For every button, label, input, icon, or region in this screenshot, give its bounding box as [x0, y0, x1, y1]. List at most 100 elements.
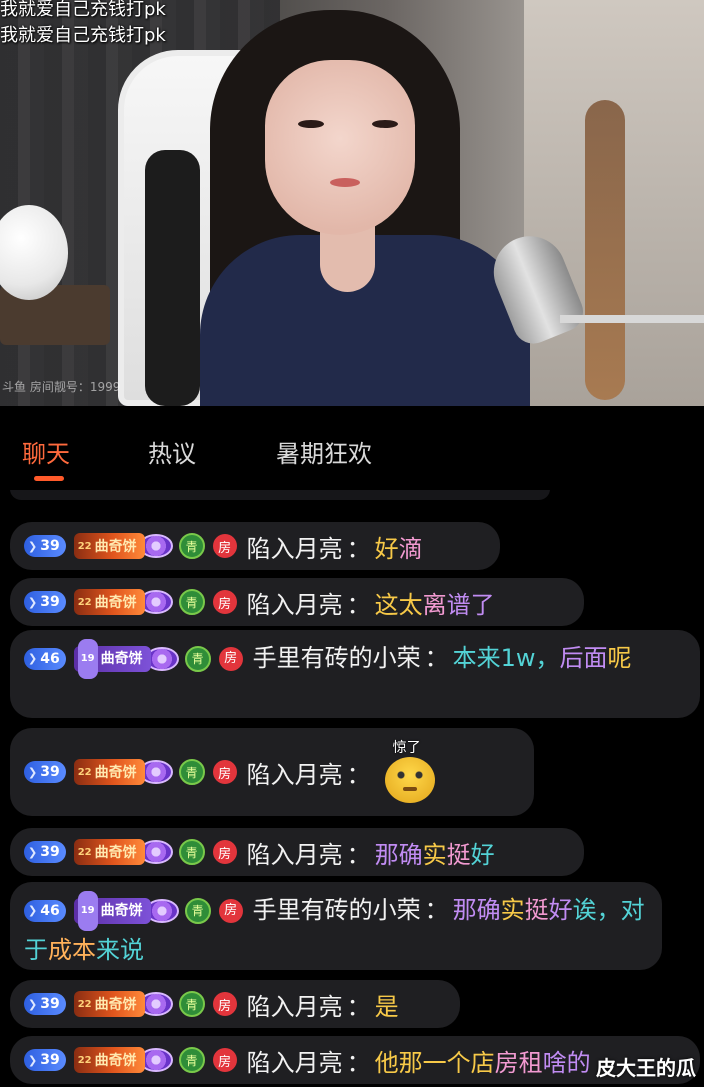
emoji-eyes	[394, 771, 425, 779]
fan-club-badge[interactable]: 19 曲奇饼	[73, 639, 151, 679]
chat-message-text: 实	[500, 896, 525, 924]
chat-username[interactable]: 陷入月亮	[247, 987, 343, 1022]
chat-message[interactable]: ❯ 46 19 曲奇饼 青房手里有砖的小荣：本来1w，后面呢	[10, 630, 700, 718]
chat-message[interactable]: ❯ 39 22 曲奇饼 青房陷入月亮：这太离谱了	[10, 578, 584, 626]
user-level-badge[interactable]: ❯ 39	[24, 535, 66, 557]
chat-message-text: 啥的	[542, 1048, 591, 1077]
chat-message-text: 他那一个店	[374, 1048, 495, 1077]
chat-message[interactable]: ❯ 39 22 曲奇饼 青房陷入月亮： 惊了	[10, 728, 534, 816]
room-manager-badge: 房	[212, 1048, 237, 1072]
live-video-area[interactable]: 我就爱自己充钱打pk 我就爱自己充钱打pk 斗鱼 房间靓号：1999	[0, 0, 704, 406]
chat-username[interactable]: 手里有砖的小荣	[253, 896, 421, 924]
chat-message-text: 本来1w，	[452, 644, 560, 672]
chat-message-text: 后面	[559, 644, 608, 672]
user-level-badge[interactable]: ❯ 39	[24, 1049, 66, 1071]
fan-club-name: 曲奇饼	[94, 1053, 137, 1069]
streamer-eye-left	[298, 120, 324, 128]
chat-message-content: ❯ 46 19 曲奇饼 青房手里有砖的小荣：本来1w，后面呢	[24, 630, 686, 686]
user-level-badge[interactable]: ❯ 39	[24, 841, 66, 863]
chat-separator: ：	[346, 590, 371, 619]
fan-club-name: 曲奇饼	[100, 651, 143, 667]
wing-icon: ❯	[28, 904, 38, 917]
chat-message-text: 来说	[96, 936, 144, 964]
user-level-badge[interactable]: ❯ 39	[24, 761, 66, 783]
fan-club-level: 19	[77, 891, 98, 931]
user-badges: ❯ 46 19 曲奇饼 青房	[24, 639, 253, 679]
chat-message-text: 成本	[48, 936, 96, 964]
chat-username[interactable]: 陷入月亮	[247, 585, 343, 620]
noble-badge[interactable]: 青	[178, 759, 205, 785]
fan-club-level: 22	[77, 766, 92, 778]
wing-icon: ❯	[28, 997, 38, 1011]
fan-club-badge[interactable]: 22 曲奇饼	[73, 1047, 145, 1073]
chat-message[interactable]: ❯ 46 19 曲奇饼青房手里有砖的小荣：那确实挺好诶，对于成本来说	[10, 882, 662, 970]
chat-separator: ：	[424, 896, 449, 924]
corner-watermark: 皮大王的瓜	[596, 1056, 696, 1080]
video-overlay-text: 我就爱自己充钱打pk	[0, 0, 166, 20]
fan-club-badge[interactable]: 22 曲奇饼	[73, 759, 145, 785]
chat-message[interactable]: ❯ 39 22 曲奇饼 青房陷入月亮：那确实挺好	[10, 828, 584, 876]
tab-bar: 聊天 热议 暑期狂欢	[0, 406, 704, 490]
chat-username[interactable]: 手里有砖的小荣	[253, 644, 421, 672]
fan-club-name: 曲奇饼	[94, 765, 137, 781]
chat-message-text: 挺	[524, 896, 549, 924]
wing-icon: ❯	[28, 765, 38, 779]
user-level-badge[interactable]: ❯ 46	[24, 648, 66, 670]
active-tab-indicator	[34, 476, 64, 481]
chat-message-text: 滴	[398, 534, 423, 563]
user-level-value: 39	[40, 594, 60, 610]
user-badges: ❯ 39 22 曲奇饼 青房	[24, 1047, 247, 1073]
noble-badge[interactable]: 青	[178, 991, 205, 1017]
noble-badge[interactable]: 青	[184, 898, 211, 924]
chair-stripe	[145, 150, 200, 406]
tab-hot-discussion[interactable]: 热议	[148, 434, 196, 469]
fan-club-badge[interactable]: 22 曲奇饼	[73, 991, 145, 1017]
streamer-mouth	[330, 178, 360, 187]
emoji-mouth	[402, 787, 417, 791]
chat-username[interactable]: 陷入月亮	[247, 1043, 343, 1078]
chat-username[interactable]: 陷入月亮	[247, 529, 343, 564]
chat-username[interactable]: 陷入月亮	[247, 835, 343, 870]
noble-badge[interactable]: 青	[178, 1047, 205, 1073]
chat-list[interactable]: ❯ 39 22 曲奇饼青房陷入月亮：好滴 ❯ 39 22 曲奇饼青房陷入月亮：这太离谱了 ❯ 46…	[0, 490, 704, 1087]
wing-icon: ❯	[28, 845, 38, 859]
chat-message[interactable]: ❯ 39 22 曲奇饼 青房陷入月亮：好滴	[10, 522, 500, 570]
room-manager-badge: 房	[212, 840, 237, 864]
room-manager-badge: 房	[212, 992, 237, 1016]
user-badges: ❯ 39 22 曲奇饼 青房	[24, 533, 247, 559]
room-manager-badge: 房	[218, 899, 243, 923]
fan-club-badge[interactable]: 19 曲奇饼	[73, 891, 151, 931]
chat-message-content: ❯ 39 22 曲奇饼 青房陷入月亮：他那一个店 房租 啥的	[24, 1036, 686, 1084]
chat-username[interactable]: 陷入月亮	[247, 755, 343, 790]
fan-club-level: 22	[77, 1054, 92, 1066]
noble-badge[interactable]: 青	[178, 589, 205, 615]
chat-message-text: 好	[548, 896, 573, 924]
user-level-badge[interactable]: ❯ 46	[24, 900, 66, 922]
wing-icon: ❯	[28, 539, 38, 553]
streamer-face	[265, 60, 415, 235]
chat-message-content: ❯ 39 22 曲奇饼 青房陷入月亮：是	[24, 980, 446, 1028]
room-manager-badge: 房	[212, 760, 237, 784]
fan-club-badge[interactable]: 22 曲奇饼	[73, 589, 145, 615]
room-number-watermark: 斗鱼 房间靓号：1999	[2, 380, 121, 394]
room-manager-badge: 房	[218, 647, 243, 671]
fan-club-badge[interactable]: 22 曲奇饼	[73, 839, 145, 865]
chat-message-text: 是	[374, 992, 399, 1021]
user-level-value: 39	[40, 764, 60, 780]
user-level-badge[interactable]: ❯ 39	[24, 993, 66, 1015]
tab-chat[interactable]: 聊天	[22, 434, 70, 469]
chat-message[interactable]: ❯ 39 22 曲奇饼 青房陷入月亮：是	[10, 980, 460, 1028]
video-overlay-text: 我就爱自己充钱打pk	[0, 25, 166, 46]
fan-club-name: 曲奇饼	[94, 595, 137, 611]
user-level-badge[interactable]: ❯ 39	[24, 591, 66, 613]
wing-icon: ❯	[28, 595, 38, 609]
noble-badge[interactable]: 青	[178, 533, 205, 559]
noble-badge[interactable]: 青	[184, 646, 211, 672]
tab-summer-carnival[interactable]: 暑期狂欢	[276, 434, 372, 469]
wing-icon: ❯	[28, 652, 38, 665]
fan-club-badge[interactable]: 22 曲奇饼	[73, 533, 145, 559]
emoji-caption: 惊了	[392, 740, 421, 756]
chat-separator: ：	[346, 992, 371, 1021]
noble-badge[interactable]: 青	[178, 839, 205, 865]
user-badges: ❯ 39 22 曲奇饼 青房	[24, 759, 247, 785]
